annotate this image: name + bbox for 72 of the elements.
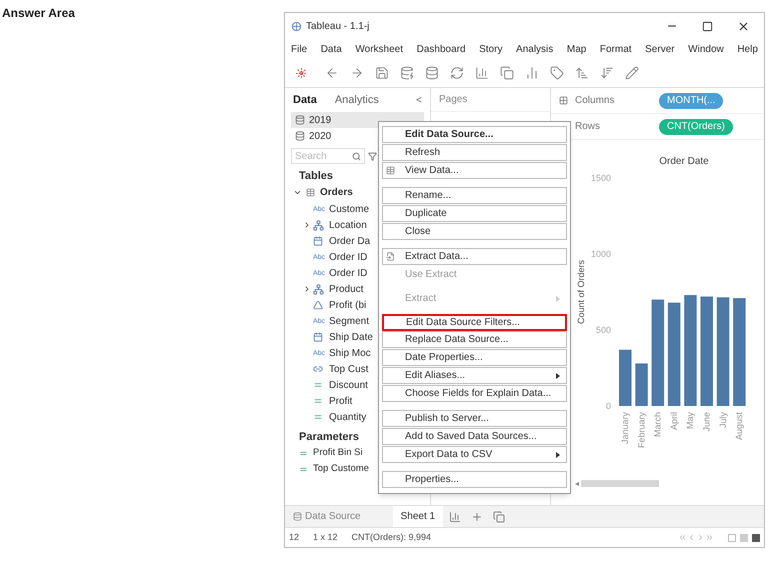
field-item[interactable]: Top Cust	[329, 362, 368, 376]
field-item[interactable]: Profit (bi	[329, 298, 366, 312]
context-menu-item[interactable]: Refresh	[382, 144, 567, 161]
y-axis-label: Count of Orders	[576, 260, 586, 324]
x-tick-label: March	[652, 412, 663, 438]
context-menu-item[interactable]: Edit Data Source Filters...	[382, 314, 567, 331]
field-item[interactable]: Order Da	[329, 234, 370, 248]
menu-item[interactable]: Help	[737, 42, 758, 56]
panel-tab[interactable]: Analytics	[334, 92, 379, 108]
chart-title: Order Date	[659, 156, 709, 167]
x-tick-label: February	[636, 412, 646, 448]
context-menu-item[interactable]: Properties...	[382, 471, 567, 488]
menu-item[interactable]: Server	[645, 42, 675, 56]
field-item[interactable]: Segment	[329, 314, 370, 328]
context-menu-item[interactable]: Date Properties...	[382, 349, 567, 366]
menu-item[interactable]: Map	[566, 42, 586, 56]
status-text: CNT(Orders): 9,994	[352, 530, 432, 544]
shelf-label: Columns	[575, 94, 614, 108]
y-tick-label: 500	[596, 325, 611, 335]
menu-item[interactable]: Story	[479, 42, 502, 56]
x-tick-label: May	[685, 412, 696, 430]
context-menu-item[interactable]: Extract Data...	[382, 248, 567, 265]
status-text: 1 x 12	[313, 530, 338, 544]
field-item[interactable]: Product	[329, 282, 364, 296]
context-menu-item[interactable]: Export Data to CSV	[382, 446, 567, 463]
shelf-label: Rows	[575, 120, 600, 134]
pages-shelf-label: Pages	[439, 93, 468, 107]
context-menu-item[interactable]: Add to Saved Data Sources...	[382, 428, 567, 445]
field-item[interactable]: Discount	[329, 378, 368, 392]
table-name[interactable]: Orders	[320, 185, 353, 200]
parameter-item[interactable]: Profit Bin Si	[313, 446, 363, 460]
menu-item[interactable]: Dashboard	[416, 42, 466, 56]
field-item[interactable]: Profit	[329, 394, 352, 408]
context-menu-item[interactable]: Choose Fields for Explain Data...	[382, 385, 567, 402]
panel-tab[interactable]: Data	[293, 92, 317, 108]
x-tick-label: January	[620, 412, 630, 444]
menu-item[interactable]: Data	[320, 42, 342, 56]
menu-item[interactable]: Analysis	[516, 42, 554, 56]
y-tick-label: 1500	[590, 173, 611, 183]
parameter-item[interactable]: Top Custome	[313, 462, 369, 476]
status-text: 12	[289, 530, 300, 544]
field-item[interactable]: Quantity	[329, 410, 366, 424]
menu-item[interactable]: File	[291, 42, 308, 56]
collapse-button[interactable]: <	[416, 92, 422, 108]
context-menu-item[interactable]: Duplicate	[382, 205, 567, 222]
context-menu-item[interactable]: View Data...	[382, 162, 567, 179]
menu-item[interactable]: Window	[688, 42, 724, 56]
field-item[interactable]: Custome	[329, 202, 370, 216]
section-heading: Tables	[299, 168, 334, 184]
x-tick-label: July	[718, 412, 728, 428]
field-item[interactable]: Ship Moc	[329, 346, 371, 360]
context-menu-item[interactable]: Edit Data Source...	[382, 126, 567, 143]
y-tick-label: 0	[606, 401, 611, 411]
heading: Answer Area	[2, 6, 75, 20]
context-menu-item[interactable]: Edit Aliases...	[382, 367, 567, 384]
field-item[interactable]: Location	[329, 218, 367, 232]
x-tick-label: April	[668, 412, 679, 430]
field-item[interactable]: Order ID	[329, 266, 368, 280]
menu-item[interactable]: Worksheet	[355, 42, 404, 56]
window-title: Tableau - 1.1-j	[306, 20, 370, 34]
sheet-tab[interactable]: Sheet 1	[392, 506, 444, 527]
y-tick-label: 1000	[590, 249, 611, 259]
context-menu-item[interactable]: Rename...	[382, 187, 567, 204]
section-heading: Parameters	[299, 430, 359, 444]
context-menu-item[interactable]: Close	[382, 223, 567, 240]
context-menu-item[interactable]: Publish to Server...	[382, 410, 567, 427]
menu-item[interactable]: Format	[600, 42, 632, 56]
field-item[interactable]: Order ID	[329, 250, 368, 264]
x-tick-label: August	[734, 412, 744, 440]
context-menu-item[interactable]: Replace Data Source...	[382, 331, 567, 348]
x-tick-label: June	[702, 412, 712, 432]
field-item[interactable]: Ship Date	[329, 330, 373, 344]
